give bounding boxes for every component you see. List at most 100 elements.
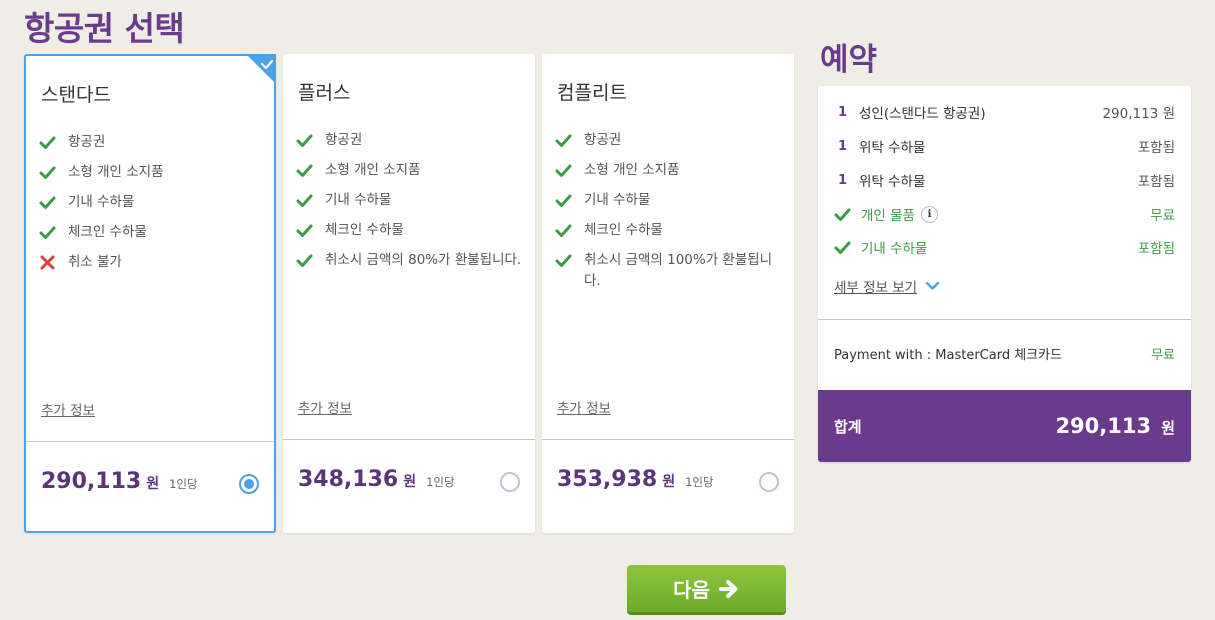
- price-currency: 원: [662, 474, 676, 490]
- more-info-link[interactable]: 추가 정보: [41, 399, 95, 419]
- feature-item: 체크인 수하물: [555, 220, 787, 241]
- fare-name: 플러스: [298, 82, 351, 104]
- price-row: 348,136 원 1인당: [298, 467, 455, 492]
- summary-label: 위탁 수하물: [859, 174, 926, 190]
- summary-label-text: 개인 물품: [861, 208, 915, 224]
- chevron-down-icon: [925, 281, 940, 290]
- feature-item: 취소시 금액의 100%가 환불됩니다.: [555, 250, 787, 292]
- view-details-link[interactable]: 세부 정보 보기: [834, 276, 940, 296]
- feature-text: 항공권: [325, 132, 363, 148]
- total-amount: 290,113: [1055, 414, 1152, 438]
- summary-qty: 1: [838, 172, 848, 188]
- feature-text: 취소시 금액의 100%가 환불됩니다.: [584, 252, 773, 289]
- arrow-right-icon: [718, 579, 738, 598]
- fare-radio-standard[interactable]: [239, 474, 259, 494]
- more-info-link[interactable]: 추가 정보: [298, 397, 352, 417]
- price-row: 290,113 원 1인당: [41, 469, 198, 494]
- summary-qty: 1: [838, 138, 848, 154]
- summary-qty: 1: [838, 104, 848, 120]
- feature-item: 취소 불가: [39, 252, 271, 273]
- page-title: 항공권 선택: [24, 9, 185, 48]
- feature-text: 항공권: [68, 134, 106, 150]
- payment-label: Payment with : MasterCard 체크카드: [834, 348, 1063, 363]
- check-icon: [555, 194, 572, 207]
- price-per-person: 1인당: [685, 475, 714, 489]
- check-icon: [834, 208, 851, 221]
- check-icon: [555, 224, 572, 237]
- check-icon: [296, 254, 313, 267]
- check-icon: [39, 226, 56, 239]
- price-per-person: 1인당: [426, 475, 455, 489]
- card-divider: [283, 439, 535, 440]
- card-divider: [26, 441, 274, 442]
- feature-item: 기내 수하물: [555, 190, 787, 211]
- fare-card-plus[interactable]: 플러스 항공권 소형 개인 소지품 기내 수하물 체크인 수하물 취소시 금액의…: [283, 54, 535, 533]
- summary-label: 성인(스탠다드 항공권): [859, 106, 986, 122]
- feature-text: 취소시 금액의 80%가 환불됩니다.: [325, 252, 522, 268]
- check-icon: [296, 164, 313, 177]
- payment-row: Payment with : MasterCard 체크카드 무료: [834, 344, 1175, 363]
- check-icon: [39, 196, 56, 209]
- summary-label: 개인 물품 i: [861, 204, 1150, 224]
- feature-text: 항공권: [584, 132, 622, 148]
- feature-item: 체크인 수하물: [39, 222, 271, 243]
- summary-value: 290,113 원: [1102, 106, 1175, 122]
- summary-item: 개인 물품 i 무료: [834, 204, 1175, 224]
- check-icon: [296, 224, 313, 237]
- feature-text: 체크인 수하물: [68, 224, 147, 240]
- more-info-link[interactable]: 추가 정보: [557, 397, 611, 417]
- next-button[interactable]: 다음: [627, 565, 786, 612]
- total-bar: 합계 290,113 원: [818, 390, 1191, 462]
- feature-text: 소형 개인 소지품: [584, 162, 680, 178]
- feature-item: 기내 수하물: [296, 190, 528, 211]
- feature-item: 체크인 수하물: [296, 220, 528, 241]
- next-button-label: 다음: [673, 578, 710, 602]
- feature-text: 체크인 수하물: [584, 222, 663, 238]
- feature-text: 취소 불가: [68, 254, 122, 270]
- summary-label: 기내 수하물: [861, 241, 928, 257]
- fare-radio-plus[interactable]: [500, 472, 520, 492]
- booking-summary: 1 성인(스탠다드 항공권) 290,113 원 1 위탁 수하물 포함됨 1 …: [818, 86, 1191, 462]
- summary-item: 1 위탁 수하물 포함됨: [834, 136, 1175, 157]
- feature-item: 취소시 금액의 80%가 환불됩니다.: [296, 250, 528, 271]
- price-currency: 원: [403, 474, 417, 490]
- summary-value: 포함됨: [1137, 174, 1175, 190]
- feature-item: 소형 개인 소지품: [296, 160, 528, 181]
- check-icon: [296, 134, 313, 147]
- fare-radio-complete[interactable]: [759, 472, 779, 492]
- check-icon: [39, 166, 56, 179]
- total-price: 290,113 원: [1055, 414, 1175, 438]
- feature-text: 체크인 수하물: [325, 222, 404, 238]
- feature-list: 항공권 소형 개인 소지품 기내 수하물 체크인 수하물 취소 불가: [39, 132, 271, 282]
- summary-item: 기내 수하물 포함됨: [834, 237, 1175, 257]
- summary-label: 위탁 수하물: [859, 140, 926, 156]
- fare-card-complete[interactable]: 컴플리트 항공권 소형 개인 소지품 기내 수하물 체크인 수하물 취소시 금액…: [542, 54, 794, 533]
- feature-item: 기내 수하물: [39, 192, 271, 213]
- view-details-text: 세부 정보 보기: [834, 280, 918, 296]
- fare-name: 컴플리트: [557, 82, 627, 104]
- feature-text: 소형 개인 소지품: [68, 164, 164, 180]
- check-icon: [555, 164, 572, 177]
- feature-list: 항공권 소형 개인 소지품 기내 수하물 체크인 수하물 취소시 금액의 100…: [555, 130, 787, 301]
- summary-divider: [818, 319, 1191, 320]
- fare-card-standard[interactable]: 스탠다드 항공권 소형 개인 소지품 기내 수하물 체크인 수하물 취소 불가: [24, 54, 276, 533]
- feature-item: 소형 개인 소지품: [555, 160, 787, 181]
- check-icon: [555, 134, 572, 147]
- feature-text: 기내 수하물: [68, 194, 135, 210]
- check-icon: [555, 254, 572, 267]
- info-icon[interactable]: i: [920, 205, 938, 223]
- feature-text: 기내 수하물: [584, 192, 651, 208]
- summary-title: 예약: [820, 42, 878, 78]
- total-label: 합계: [834, 417, 862, 436]
- price-per-person: 1인당: [169, 477, 198, 491]
- check-icon: [296, 194, 313, 207]
- payment-value: 무료: [1151, 348, 1175, 363]
- price-amount: 290,113: [41, 469, 142, 494]
- price-amount: 353,938: [557, 467, 658, 492]
- price-row: 353,938 원 1인당: [557, 467, 714, 492]
- summary-value: 무료: [1150, 208, 1175, 224]
- summary-item: 1 위탁 수하물 포함됨: [834, 170, 1175, 191]
- feature-text: 소형 개인 소지품: [325, 162, 421, 178]
- feature-item: 항공권: [39, 132, 271, 153]
- summary-value: 포함됨: [1137, 241, 1175, 257]
